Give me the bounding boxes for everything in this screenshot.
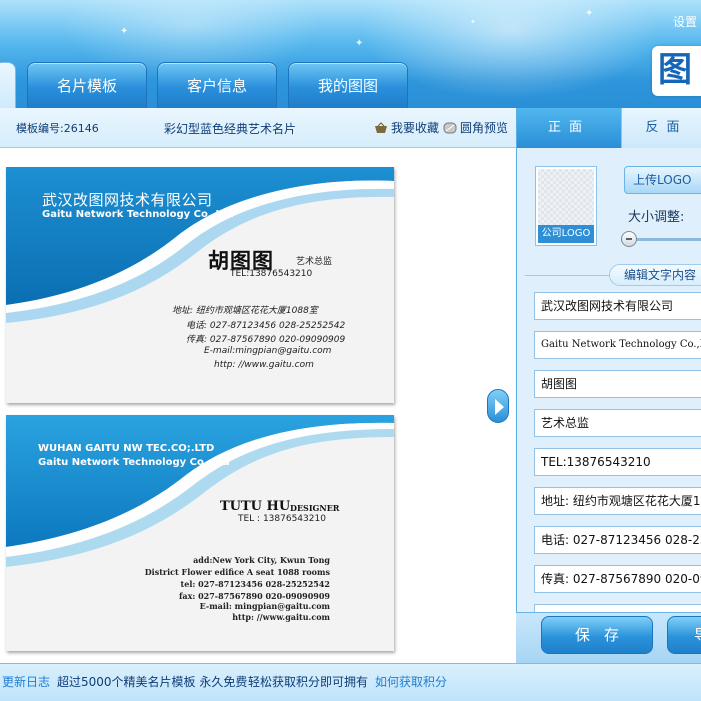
- settings-link[interactable]: 设置: [673, 13, 697, 30]
- brand-logo-glyph: 图: [658, 50, 692, 90]
- collapse-panel-button[interactable]: [487, 389, 509, 423]
- upload-logo-button[interactable]: 上传LOGO: [624, 166, 701, 194]
- rounded-preview-toggle[interactable]: 圆角预览: [443, 119, 508, 136]
- save-button[interactable]: 保存: [541, 616, 653, 654]
- card-back-tel-line: tel: 027-87123456 028-25252542: [180, 579, 330, 589]
- promo-points-text: 轻松获取积分即可拥有: [248, 675, 369, 689]
- export-button[interactable]: 导: [667, 616, 701, 654]
- favorite-button[interactable]: 我要收藏: [374, 119, 439, 136]
- logo-size-slider-handle[interactable]: [621, 231, 637, 247]
- changelog-link[interactable]: 更新日志: [2, 673, 50, 690]
- arrow-right-icon: [495, 399, 504, 415]
- tab-my-designs[interactable]: 我的图图: [288, 62, 408, 108]
- tab-card-templates[interactable]: 名片模板: [27, 62, 147, 108]
- rounded-corner-icon: [443, 122, 457, 134]
- field-email-partial[interactable]: [534, 604, 701, 612]
- logo-caption: 公司LOGO: [538, 225, 594, 243]
- sparkle-icon: ✦: [470, 18, 476, 26]
- card-back-company: WUHAN GAITU NW TEC.CO;.LTD: [38, 443, 215, 454]
- tab-home-partial[interactable]: [0, 62, 16, 108]
- card-back-email: E-mail: mingpian@gaitu.com: [199, 601, 330, 611]
- card-front-title: 艺术总监: [296, 257, 333, 267]
- sparkle-icon: ✦: [120, 26, 129, 37]
- sparkle-icon: ✦: [355, 38, 364, 49]
- template-name: 彩幻型蓝色经典艺术名片: [164, 122, 297, 136]
- field-job-title[interactable]: 艺术总监: [534, 409, 701, 437]
- brand-logo: 图: [652, 46, 701, 96]
- card-front-email: E-mail:mingpian@gaitu.com: [204, 346, 332, 356]
- card-front-tel: TEL:13876543210: [230, 269, 313, 279]
- card-back-company-en: Gaitu Network Technology Co.,Ltd: [38, 457, 230, 468]
- card-front-phone: 电话: 027-87123456 028-25252542: [186, 321, 346, 331]
- basket-icon: [375, 122, 387, 133]
- card-preview-area: 武汉改图网技术有限公司 Gaitu Network Technology Co.…: [0, 148, 516, 663]
- card-back-name: TUTU HU: [220, 499, 291, 514]
- status-footer: 更新日志 超过5000个精美名片模板 永久免费 轻松获取积分即可拥有 如何获取积…: [0, 663, 701, 701]
- edit-text-section-label: 编辑文字内容: [609, 264, 701, 286]
- card-back-fax-line: fax: 027-87567890 020-09090909: [178, 591, 330, 601]
- field-phone[interactable]: 电话: 027-87123456 028-25252542: [534, 526, 701, 554]
- how-to-get-points-link[interactable]: 如何获取积分: [375, 673, 447, 690]
- field-fax[interactable]: 传真: 027-87567890 020-09090909: [534, 565, 701, 593]
- company-logo-thumbnail[interactable]: 公司LOGO: [535, 166, 597, 246]
- app-header: ✦ ✦ ✦ ✦ 设置 名片模板 客户信息 我的图图 图: [0, 0, 701, 108]
- template-number: 模板编号:26146: [16, 122, 99, 135]
- card-front-company: 武汉改图网技术有限公司: [42, 191, 213, 209]
- card-back-website: http: //www.gaitu.com: [232, 612, 330, 622]
- field-company-name[interactable]: 武汉改图网技术有限公司: [534, 292, 701, 320]
- card-front-address: 地址: 纽约市观塘区花花大厦1088室: [172, 306, 318, 316]
- sparkle-icon: ✦: [585, 8, 594, 19]
- section-divider: [525, 275, 615, 276]
- card-front-company-en: Gaitu Network Technology Co.,Ltd: [42, 209, 234, 220]
- field-mobile[interactable]: TEL:13876543210: [534, 448, 701, 476]
- card-back-preview[interactable]: WUHAN GAITU NW TEC.CO;.LTD Gaitu Network…: [6, 415, 394, 651]
- card-front-website: http: //www.gaitu.com: [214, 360, 314, 370]
- field-address[interactable]: 地址: 纽约市观塘区花花大厦1088室: [534, 487, 701, 515]
- size-adjust-label: 大小调整:: [628, 210, 685, 225]
- tab-front-side[interactable]: 正面: [517, 108, 621, 148]
- rounded-preview-label: 圆角预览: [460, 121, 509, 135]
- card-front-fax: 传真: 027-87567890 020-09090909: [186, 335, 346, 345]
- logo-placeholder-pattern: [538, 169, 594, 225]
- tab-back-side[interactable]: 反面: [621, 108, 701, 148]
- card-back-address-2: District Flower edifice A seat 1088 room…: [144, 567, 330, 577]
- tab-customer-info[interactable]: 客户信息: [157, 62, 277, 108]
- promo-templates-text: 超过5000个精美名片模板 永久免费: [57, 675, 248, 689]
- edit-panel: 正面 反面 公司LOGO 上传LOGO 大小调整: 编辑文字内容 武汉改图网技术…: [516, 108, 701, 663]
- card-back-address-1: add:New York City, Kwun Tong: [193, 555, 330, 565]
- card-front-preview[interactable]: 武汉改图网技术有限公司 Gaitu Network Technology Co.…: [6, 167, 394, 403]
- card-back-title: DESIGNER: [290, 503, 340, 513]
- template-info-bar: 模板编号:26146 彩幻型蓝色经典艺术名片 我要收藏 圆角预览: [0, 108, 516, 148]
- card-back-tel: TEL : 13876543210: [238, 514, 326, 524]
- field-person-name[interactable]: 胡图图: [534, 370, 701, 398]
- favorite-label: 我要收藏: [391, 121, 440, 135]
- field-company-name-en[interactable]: Gaitu Network Technology Co.,Ltd: [534, 331, 701, 359]
